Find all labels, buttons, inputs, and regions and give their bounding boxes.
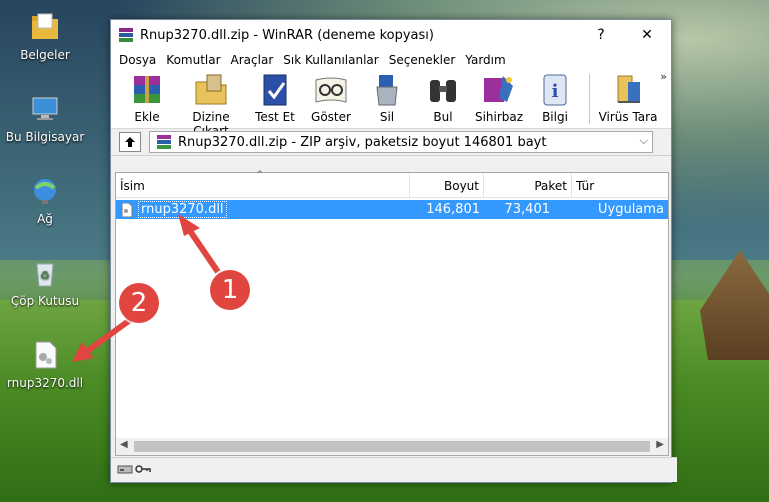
arrow-to-desktop-dll <box>84 317 132 355</box>
step-badge-2: 2 <box>119 283 159 323</box>
annotation-arrows <box>72 214 221 362</box>
arrow-to-file-row <box>185 226 221 274</box>
arrow-head-1 <box>178 214 200 236</box>
step-badge-1: 1 <box>210 270 250 310</box>
